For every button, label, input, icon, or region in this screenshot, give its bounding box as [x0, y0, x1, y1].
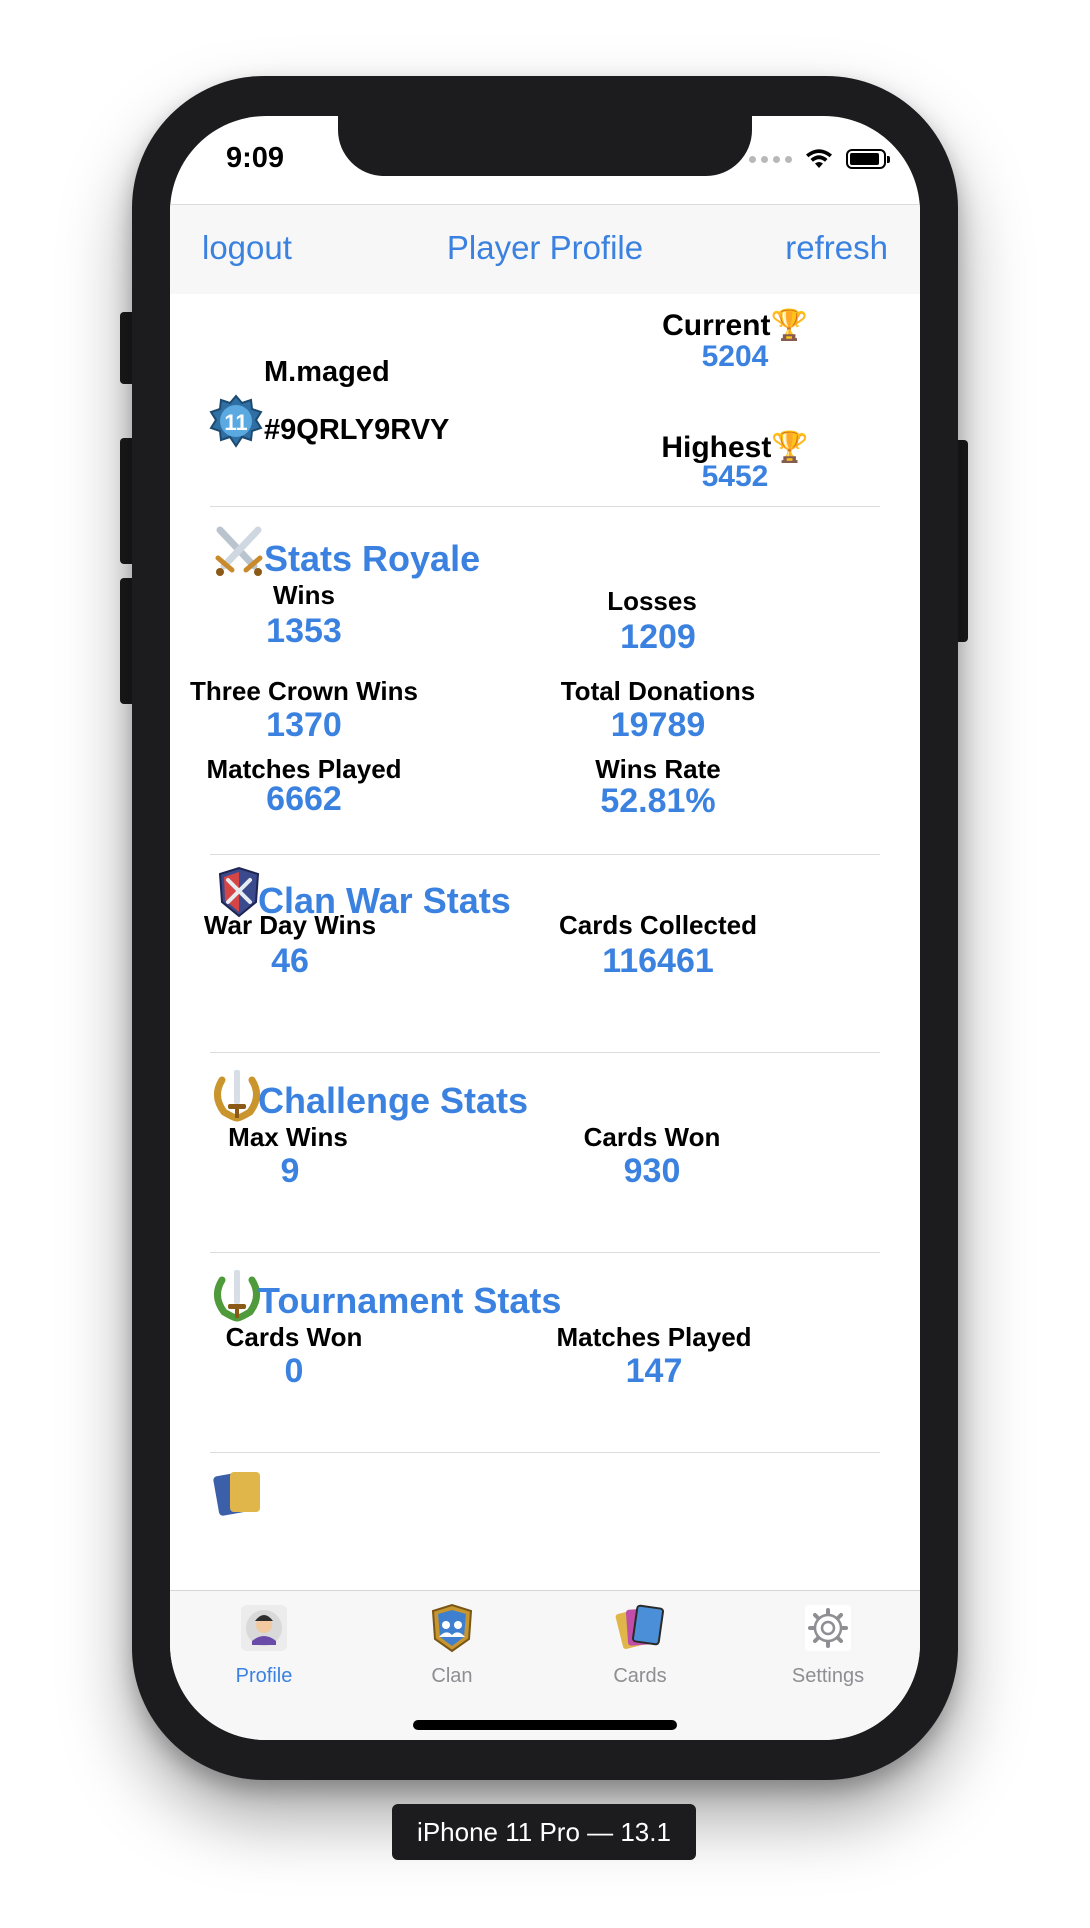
navigation-bar: logout Player Profile refresh: [170, 204, 920, 294]
cards-stack-icon: [615, 1604, 664, 1649]
tab-settings[interactable]: Settings: [768, 1601, 888, 1688]
tab-settings-label: Settings: [791, 1665, 865, 1687]
cellular-signal-icon: [749, 155, 792, 163]
highest-trophies-value: 5452: [701, 460, 769, 493]
total-donations-value: 19789: [610, 706, 706, 744]
tab-cards-label: Cards: [613, 1665, 667, 1687]
tab-clan-label: Clan: [431, 1665, 473, 1687]
logout-button[interactable]: logout: [202, 229, 292, 267]
profile-scroll-view[interactable]: 11 M.maged #9QRLY9RVY Current🏆 5204 High…: [170, 294, 920, 1590]
profile-avatar-icon: [241, 1605, 287, 1651]
gear-icon: [805, 1605, 851, 1651]
challenge-stats-title: Challenge Stats: [258, 1080, 529, 1121]
stats-royale-title: Stats Royale: [264, 538, 481, 579]
status-indicators: [749, 148, 890, 170]
war-day-wins-value: 46: [271, 942, 309, 980]
refresh-button[interactable]: refresh: [785, 229, 888, 267]
tournament-cards-won-value: 0: [284, 1352, 304, 1390]
tab-bar: Profile Clan Cards Settings: [170, 1590, 920, 1740]
max-wins-label: Max Wins: [228, 1122, 348, 1152]
total-donations-label: Total Donations: [560, 676, 756, 706]
losses-value: 1209: [620, 618, 696, 656]
max-wins-value: 9: [280, 1152, 300, 1190]
tab-profile-label: Profile: [235, 1665, 293, 1687]
wins-label: Wins: [273, 580, 335, 610]
device-frame: 9:09 logout Player Profile refresh 11 M.…: [132, 76, 958, 1780]
losses-label: Losses: [607, 586, 697, 616]
tournament-cards-won-label: Cards Won: [225, 1322, 363, 1352]
player-name: M.maged: [264, 356, 390, 388]
crossed-swords-icon: [215, 526, 263, 576]
cards-collected-label: Cards Collected: [559, 910, 757, 940]
battery-icon: [846, 149, 890, 169]
wins-rate-label: Wins Rate: [595, 754, 721, 784]
tournament-matches-played-label: Matches Played: [556, 1322, 752, 1352]
three-crown-wins-label: Three Crown Wins: [189, 676, 418, 706]
wins-value: 1353: [266, 612, 342, 650]
battery-level: [850, 153, 879, 165]
three-crown-wins-value: 1370: [266, 706, 342, 744]
wifi-icon: [806, 149, 832, 168]
divider: [210, 1052, 880, 1053]
card-stack-icon: [213, 1472, 260, 1516]
divider: [210, 1252, 880, 1253]
current-trophies-label: Current🏆: [662, 309, 808, 342]
war-day-wins-label: War Day Wins: [203, 910, 377, 940]
tab-cards[interactable]: Cards: [580, 1601, 700, 1688]
cards-won-value: 930: [623, 1152, 681, 1190]
clan-shield-icon: [431, 1603, 473, 1653]
tournament-matches-played-value: 147: [625, 1352, 683, 1390]
tournament-stats-title: Tournament Stats: [258, 1280, 562, 1321]
wins-rate-value: 52.81%: [600, 782, 716, 820]
tab-profile[interactable]: Profile: [204, 1601, 324, 1688]
matches-played-value: 6662: [266, 780, 342, 818]
device-notch: [338, 116, 752, 176]
level-badge-icon: 11: [209, 394, 263, 448]
divider: [210, 854, 880, 855]
player-level: 11: [224, 410, 247, 435]
current-trophies-value: 5204: [701, 340, 769, 373]
cards-won-label: Cards Won: [583, 1122, 721, 1152]
divider: [210, 506, 880, 507]
player-tag: #9QRLY9RVY: [264, 414, 450, 446]
tab-clan[interactable]: Clan: [392, 1601, 512, 1688]
cards-collected-value: 116461: [602, 942, 714, 980]
device-screen: 9:09 logout Player Profile refresh 11 M.…: [170, 116, 920, 1740]
divider: [210, 1452, 880, 1453]
status-time: 9:09: [226, 142, 285, 174]
device-caption: iPhone 11 Pro — 13.1: [392, 1804, 696, 1860]
home-indicator[interactable]: [413, 1720, 677, 1730]
